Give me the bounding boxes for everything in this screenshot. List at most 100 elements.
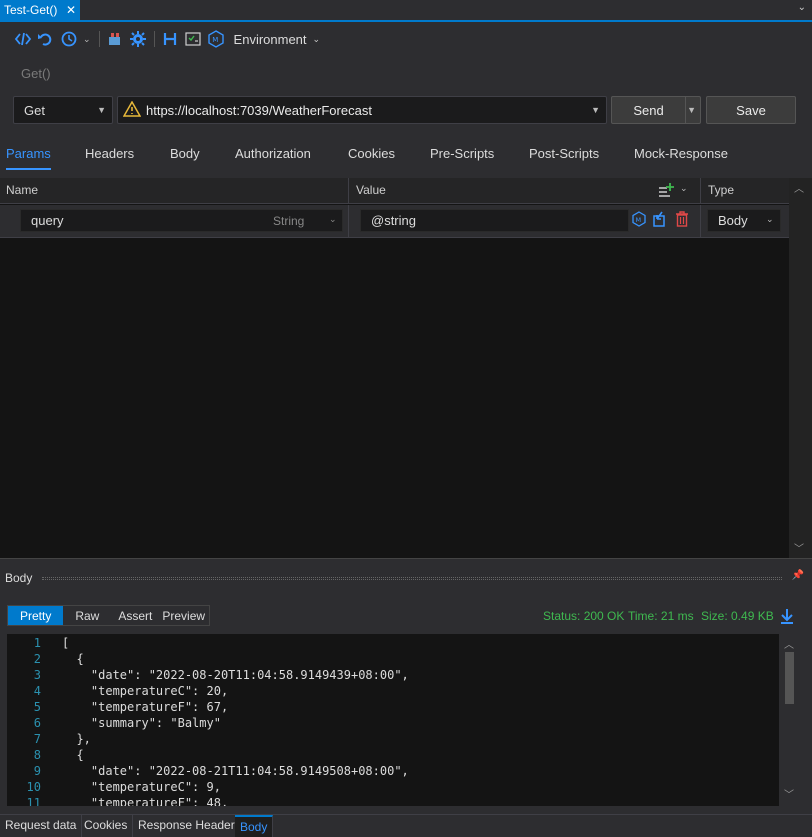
code-text: "temperatureC": 9, [62, 780, 221, 794]
code-line: 8 { [7, 748, 779, 764]
response-panel-header: Body 📌 [0, 568, 812, 588]
code-icon[interactable] [14, 30, 32, 48]
tab-pretty[interactable]: Pretty [8, 606, 64, 625]
line-number: 2 [33, 652, 41, 666]
request-panel: ⌄ M Environment ⌄ Get() Get ▼ https://lo… [0, 22, 812, 178]
tab-response-header[interactable]: Response Header [133, 815, 241, 837]
tab-pre-scripts[interactable]: Pre-Scripts [430, 146, 494, 170]
tab-request-data[interactable]: Request data [0, 815, 83, 837]
param-data-type[interactable]: String [273, 214, 304, 228]
line-number: 8 [33, 748, 41, 762]
tab-list-chevron-icon[interactable]: ⌄ [798, 2, 806, 13]
column-header-type: Type [708, 183, 735, 197]
param-value-text: @string [371, 213, 416, 228]
line-number: 6 [33, 716, 41, 730]
chevron-down-icon: ▼ [97, 105, 106, 115]
scroll-down-icon[interactable]: ﹀ [784, 786, 794, 801]
svg-text:M: M [212, 36, 218, 44]
tab-raw[interactable]: Raw [63, 606, 111, 625]
tab-cookies-bottom[interactable]: Cookies [79, 815, 134, 837]
mock-value-icon[interactable]: M [631, 211, 647, 227]
warning-icon [123, 101, 141, 117]
tab-mock-response[interactable]: Mock-Response [634, 146, 728, 170]
code-line: 11 "temperatureF": 48, [7, 796, 779, 806]
code-line: 5 "temperatureF": 67, [7, 700, 779, 716]
line-number: 9 [33, 764, 41, 778]
add-param-icon[interactable] [658, 182, 674, 198]
tab-authorization[interactable]: Authorization [235, 146, 311, 170]
method-select[interactable]: Get ▼ [13, 96, 113, 124]
column-divider [700, 205, 701, 238]
params-grid: Name Value ⌄ Type query String ⌄ @string… [0, 178, 812, 558]
toolbar: ⌄ M Environment ⌄ [14, 28, 320, 50]
panel-splitter[interactable] [0, 558, 812, 568]
param-row[interactable]: query String ⌄ @string M Body ⌄ [0, 205, 789, 238]
document-tab[interactable]: Test-Get() ✕ [0, 0, 80, 20]
mock-icon[interactable]: M [207, 30, 225, 48]
code-text: { [62, 748, 84, 762]
code-text: "date": "2022-08-21T11:04:58.9149508+08:… [62, 764, 409, 778]
history-icon[interactable] [60, 30, 78, 48]
code-text: "temperatureC": 20, [62, 684, 229, 698]
time-text: Time: 21 ms [628, 609, 694, 623]
param-name-input[interactable]: query String ⌄ [20, 209, 343, 232]
url-history-chevron-icon[interactable]: ▼ [591, 105, 600, 115]
tab-headers[interactable]: Headers [85, 146, 134, 170]
request-name[interactable]: Get() [21, 66, 51, 81]
response-panel-title: Body [5, 571, 33, 585]
scroll-down-icon[interactable]: ﹀ [794, 540, 804, 555]
history-dropdown-chevron-icon[interactable]: ⌄ [83, 34, 91, 45]
code-text: [ [62, 636, 70, 650]
param-type-value: Body [718, 213, 748, 228]
param-type-select[interactable]: Body ⌄ [707, 209, 781, 232]
close-tab-icon[interactable]: ✕ [66, 0, 76, 20]
response-scrollbar[interactable]: ︿ ﹀ [781, 634, 798, 804]
tab-post-scripts[interactable]: Post-Scripts [529, 146, 599, 170]
param-data-type-chevron-icon[interactable]: ⌄ [329, 214, 337, 225]
scroll-up-icon[interactable]: ︿ [784, 636, 794, 651]
settings-icon[interactable] [129, 30, 147, 48]
line-number: 4 [33, 684, 41, 698]
document-tab-title: Test-Get() [4, 3, 58, 17]
param-name-value: query [31, 213, 64, 228]
tab-preview[interactable]: Preview [159, 606, 209, 625]
code-text: "date": "2022-08-20T11:04:58.9149439+08:… [62, 668, 409, 682]
tab-body[interactable]: Body [170, 146, 200, 170]
tab-params[interactable]: Params [6, 146, 51, 170]
save-button[interactable]: Save [706, 96, 796, 124]
tab-cookies[interactable]: Cookies [348, 146, 395, 170]
line-number: 10 [26, 780, 41, 794]
document-tab-strip: Test-Get() ✕ ⌄ [0, 0, 812, 22]
scrollbar-thumb[interactable] [785, 652, 794, 704]
send-button[interactable]: Send ▼ [611, 96, 701, 124]
code-line: 2 { [7, 652, 779, 668]
environment-chevron-icon[interactable]: ⌄ [313, 34, 321, 45]
header-icon[interactable] [161, 30, 179, 48]
url-input[interactable]: https://localhost:7039/WeatherForecast ▼ [117, 96, 607, 124]
param-value-input[interactable]: @string [360, 209, 629, 232]
params-scrollbar[interactable]: ︿ ﹀ [789, 178, 812, 558]
delete-row-icon[interactable] [674, 211, 690, 227]
column-divider[interactable] [348, 178, 349, 204]
response-code-view[interactable]: 1[2 {3 "date": "2022-08-20T11:04:58.9149… [7, 634, 779, 806]
scroll-up-icon[interactable]: ︿ [794, 180, 804, 195]
import-value-icon[interactable] [652, 211, 668, 227]
code-line: 10 "temperatureC": 9, [7, 780, 779, 796]
add-param-chevron-icon[interactable]: ⌄ [680, 183, 688, 194]
console-icon[interactable] [184, 30, 202, 48]
environment-selector[interactable]: Environment [234, 32, 307, 47]
download-icon[interactable] [779, 608, 795, 624]
params-grid-header: Name Value ⌄ Type [0, 178, 789, 204]
tab-body-bottom[interactable]: Body [235, 815, 274, 837]
response-view-tabs: Pretty Raw Assert Preview [7, 605, 211, 626]
tab-assert[interactable]: Assert [111, 606, 159, 625]
undo-icon[interactable] [37, 30, 55, 48]
line-number: 11 [26, 796, 41, 806]
panel-drag-grip[interactable] [42, 577, 782, 580]
code-text: }, [62, 732, 91, 746]
plugin-icon[interactable] [106, 30, 124, 48]
send-options-chevron-icon[interactable]: ▼ [687, 105, 696, 115]
code-line: 4 "temperatureC": 20, [7, 684, 779, 700]
column-divider[interactable] [700, 178, 701, 204]
pin-icon[interactable]: 📌 [792, 570, 804, 581]
